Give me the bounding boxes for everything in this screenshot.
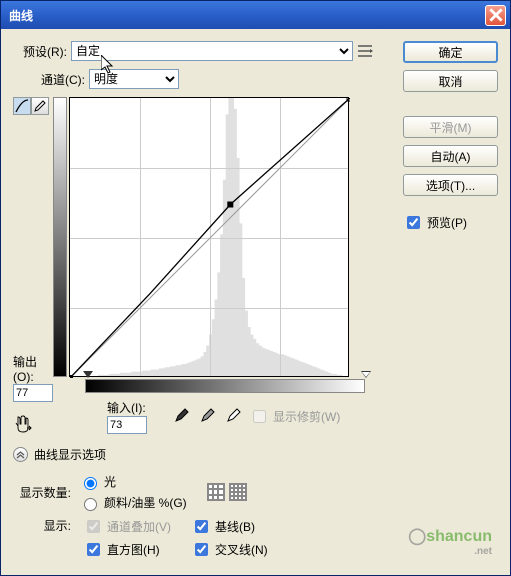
- black-point-slider[interactable]: [83, 371, 93, 378]
- white-eyedropper-icon[interactable]: [225, 406, 243, 427]
- cancel-button[interactable]: 取消: [403, 70, 498, 92]
- x-gradient: [85, 379, 365, 393]
- light-radio[interactable]: 光: [79, 473, 187, 490]
- window-title: 曲线: [9, 7, 33, 24]
- show-label: 显示:: [13, 517, 71, 534]
- output-label: 输出(O):: [13, 353, 49, 384]
- curve-tool-toggle: [13, 97, 49, 115]
- y-gradient: [53, 97, 67, 377]
- histogram-checkbox[interactable]: 直方图(H): [83, 540, 171, 559]
- grid-fine-icon[interactable]: [229, 483, 247, 501]
- amount-label: 显示数量:: [13, 484, 71, 501]
- options-button[interactable]: 选项(T)...: [403, 174, 498, 196]
- channel-label: 通道(C):: [41, 71, 85, 88]
- display-options-header: 曲线显示选项: [34, 446, 106, 463]
- close-button[interactable]: [485, 5, 506, 26]
- output-field[interactable]: [13, 384, 53, 402]
- curves-dialog: 曲线 预设(R): 自定 通道(C): 明度: [0, 0, 511, 576]
- preset-menu-icon[interactable]: [357, 43, 373, 59]
- ok-button[interactable]: 确定: [403, 41, 498, 63]
- curves-graph[interactable]: [69, 97, 349, 377]
- curve-pencil-tool[interactable]: [31, 97, 49, 115]
- pigment-radio[interactable]: 颜料/油墨 %(G): [79, 494, 187, 511]
- preset-label: 预设(R):: [13, 43, 67, 60]
- black-eyedropper-icon[interactable]: [173, 406, 191, 427]
- smooth-button[interactable]: 平滑(M): [403, 116, 498, 138]
- auto-button[interactable]: 自动(A): [403, 145, 498, 167]
- input-label: 输入(I):: [107, 399, 147, 416]
- show-clipping-checkbox[interactable]: 显示修剪(W): [249, 407, 340, 426]
- collapse-options-icon[interactable]: [13, 447, 28, 462]
- hand-tool-icon[interactable]: [13, 414, 33, 434]
- curve-line: [70, 98, 350, 378]
- curve-point-tool[interactable]: [13, 97, 31, 115]
- channel-overlay-checkbox[interactable]: 通道叠加(V): [83, 517, 171, 536]
- gray-eyedropper-icon[interactable]: [199, 406, 217, 427]
- watermark: ◯shancun .net: [408, 526, 492, 557]
- white-point-slider[interactable]: [361, 371, 371, 378]
- intersect-checkbox[interactable]: 交叉线(N): [191, 540, 268, 559]
- grid-coarse-icon[interactable]: [207, 483, 225, 501]
- mouse-cursor: [101, 55, 117, 77]
- input-field[interactable]: [107, 416, 147, 434]
- titlebar[interactable]: 曲线: [1, 1, 510, 29]
- baseline-checkbox[interactable]: 基线(B): [191, 517, 268, 536]
- preview-checkbox[interactable]: 预览(P): [403, 213, 498, 232]
